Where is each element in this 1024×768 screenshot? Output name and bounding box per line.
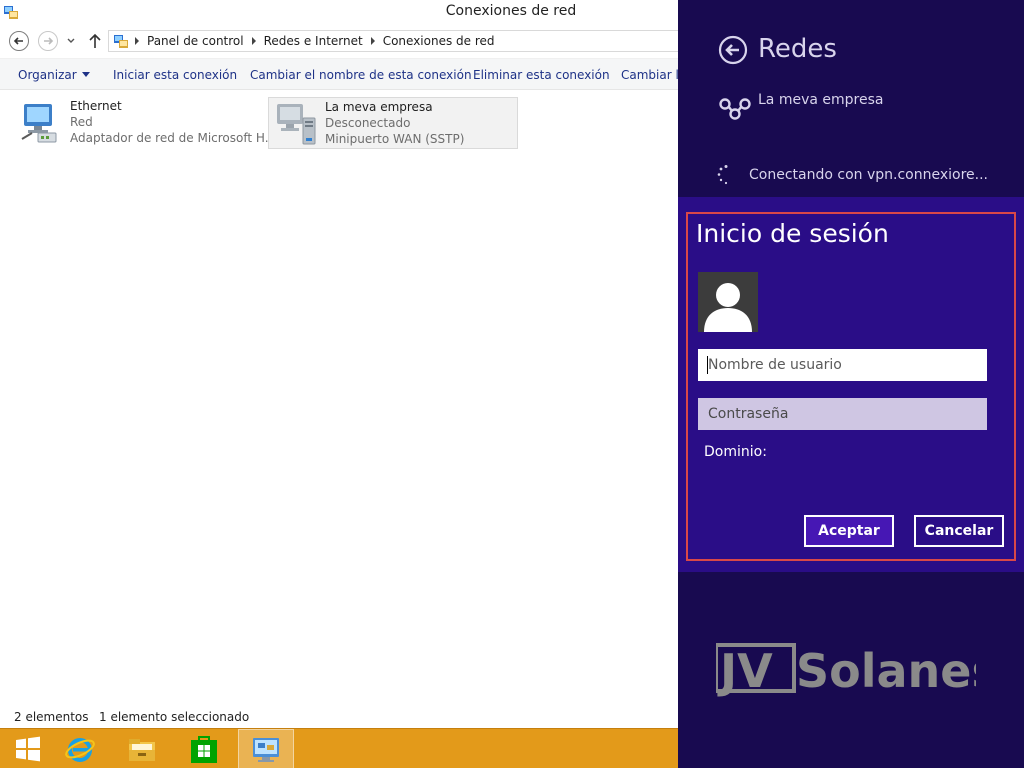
caret-down-icon <box>81 72 90 77</box>
breadcrumb-network-internet[interactable]: Redes e Internet <box>264 34 363 48</box>
login-title: Inicio de sesión <box>696 219 889 248</box>
arrow-left-icon <box>13 37 23 45</box>
password-field[interactable] <box>698 398 987 430</box>
breadcrumb-network-connections[interactable]: Conexiones de red <box>383 34 495 48</box>
title-bar: Conexiones de red <box>0 0 678 26</box>
rename-connection-button[interactable]: Cambiar el nombre de esta conexión <box>250 68 472 82</box>
login-panel: Inicio de sesión Dominio: Aceptar Cancel… <box>678 197 1024 572</box>
connection-item-ethernet[interactable]: Ethernet Red Adaptador de red de Microso… <box>14 97 276 149</box>
highlight-outline <box>686 212 1016 561</box>
breadcrumb-control-panel[interactable]: Panel de control <box>147 34 244 48</box>
connection-status: Desconectado <box>325 116 411 130</box>
organize-menu[interactable]: Organizar <box>18 68 90 82</box>
window-title: Conexiones de red <box>445 3 577 19</box>
network-connections-icon <box>253 738 279 762</box>
cancel-button[interactable]: Cancelar <box>914 515 1004 547</box>
forward-button[interactable] <box>38 31 58 51</box>
vpn-connection-icon <box>277 104 316 145</box>
connection-details: La meva empresa Desconectado Minipuerto … <box>325 100 464 148</box>
arrow-right-icon <box>44 37 54 45</box>
user-silhouette-icon <box>704 283 752 332</box>
file-explorer-icon <box>129 739 155 761</box>
back-button[interactable] <box>9 31 29 51</box>
breadcrumb-chevron-icon[interactable] <box>251 37 256 45</box>
taskbar-network-connections[interactable] <box>238 729 294 768</box>
ethernet-adapter-icon <box>21 104 57 143</box>
connection-details: Ethernet Red Adaptador de red de Microso… <box>70 99 276 147</box>
explorer-window: Conexiones de red Panel de control Redes… <box>0 0 678 728</box>
connecting-status: Conectando con vpn.connexiore... <box>749 167 988 183</box>
text-cursor <box>707 356 708 374</box>
connection-item-vpn[interactable]: La meva empresa Desconectado Minipuerto … <box>268 97 518 149</box>
organize-label: Organizar <box>18 68 77 82</box>
selection-count: 1 elemento seleccionado <box>99 710 250 724</box>
taskbar-internet-explorer[interactable] <box>52 729 108 768</box>
address-bar: Panel de control Redes e Internet Conexi… <box>0 28 678 54</box>
svg-text:JV: JV <box>717 644 773 697</box>
start-connection-button[interactable]: Iniciar esta conexión <box>113 68 237 82</box>
vpn-icon <box>719 98 751 120</box>
avatar <box>698 272 758 332</box>
up-arrow-icon[interactable] <box>88 33 102 49</box>
connection-device: Adaptador de red de Microsoft H... <box>70 131 277 145</box>
connection-name: Ethernet <box>70 99 122 113</box>
address-field[interactable]: Panel de control Redes e Internet Conexi… <box>108 30 678 52</box>
breadcrumb-chevron-icon[interactable] <box>135 37 139 45</box>
change-settings-button[interactable]: Cambiar la <box>621 68 678 82</box>
control-panel-icon <box>114 35 128 48</box>
store-icon <box>191 736 217 763</box>
start-icon <box>16 736 40 762</box>
connection-status: Red <box>70 115 93 129</box>
status-bar: 2 elementos 1 elemento seleccionado <box>0 706 678 728</box>
start-button[interactable] <box>0 729 56 768</box>
connections-list: Ethernet Red Adaptador de red de Microso… <box>0 91 678 705</box>
command-bar: Organizar Iniciar esta conexión Cambiar … <box>0 58 678 90</box>
connection-name: La meva empresa <box>325 100 433 114</box>
taskbar-store[interactable] <box>176 729 232 768</box>
connection-device: Minipuerto WAN (SSTP) <box>325 132 465 146</box>
domain-label: Dominio: <box>704 444 767 460</box>
networks-charm-pane: Redes La meva empresa Conectando con vpn… <box>678 0 1024 768</box>
username-field[interactable] <box>698 349 987 381</box>
charm-title: Redes <box>758 34 837 64</box>
breadcrumb-chevron-icon[interactable] <box>370 37 375 45</box>
svg-text:Solanes: Solanes <box>796 644 976 697</box>
internet-explorer-icon <box>65 738 95 762</box>
taskbar <box>0 728 678 768</box>
recent-locations-chevron-icon[interactable] <box>66 37 76 45</box>
accept-button[interactable]: Aceptar <box>804 515 894 547</box>
taskbar-file-explorer[interactable] <box>114 729 170 768</box>
item-count: 2 elementos <box>14 710 89 724</box>
delete-connection-button[interactable]: Eliminar esta conexión <box>473 68 610 82</box>
watermark-logo: JV Solanes <box>716 643 976 697</box>
progress-spinner-icon <box>717 165 728 185</box>
back-arrow-icon[interactable] <box>718 35 748 65</box>
vpn-connection-name[interactable]: La meva empresa <box>758 92 883 108</box>
